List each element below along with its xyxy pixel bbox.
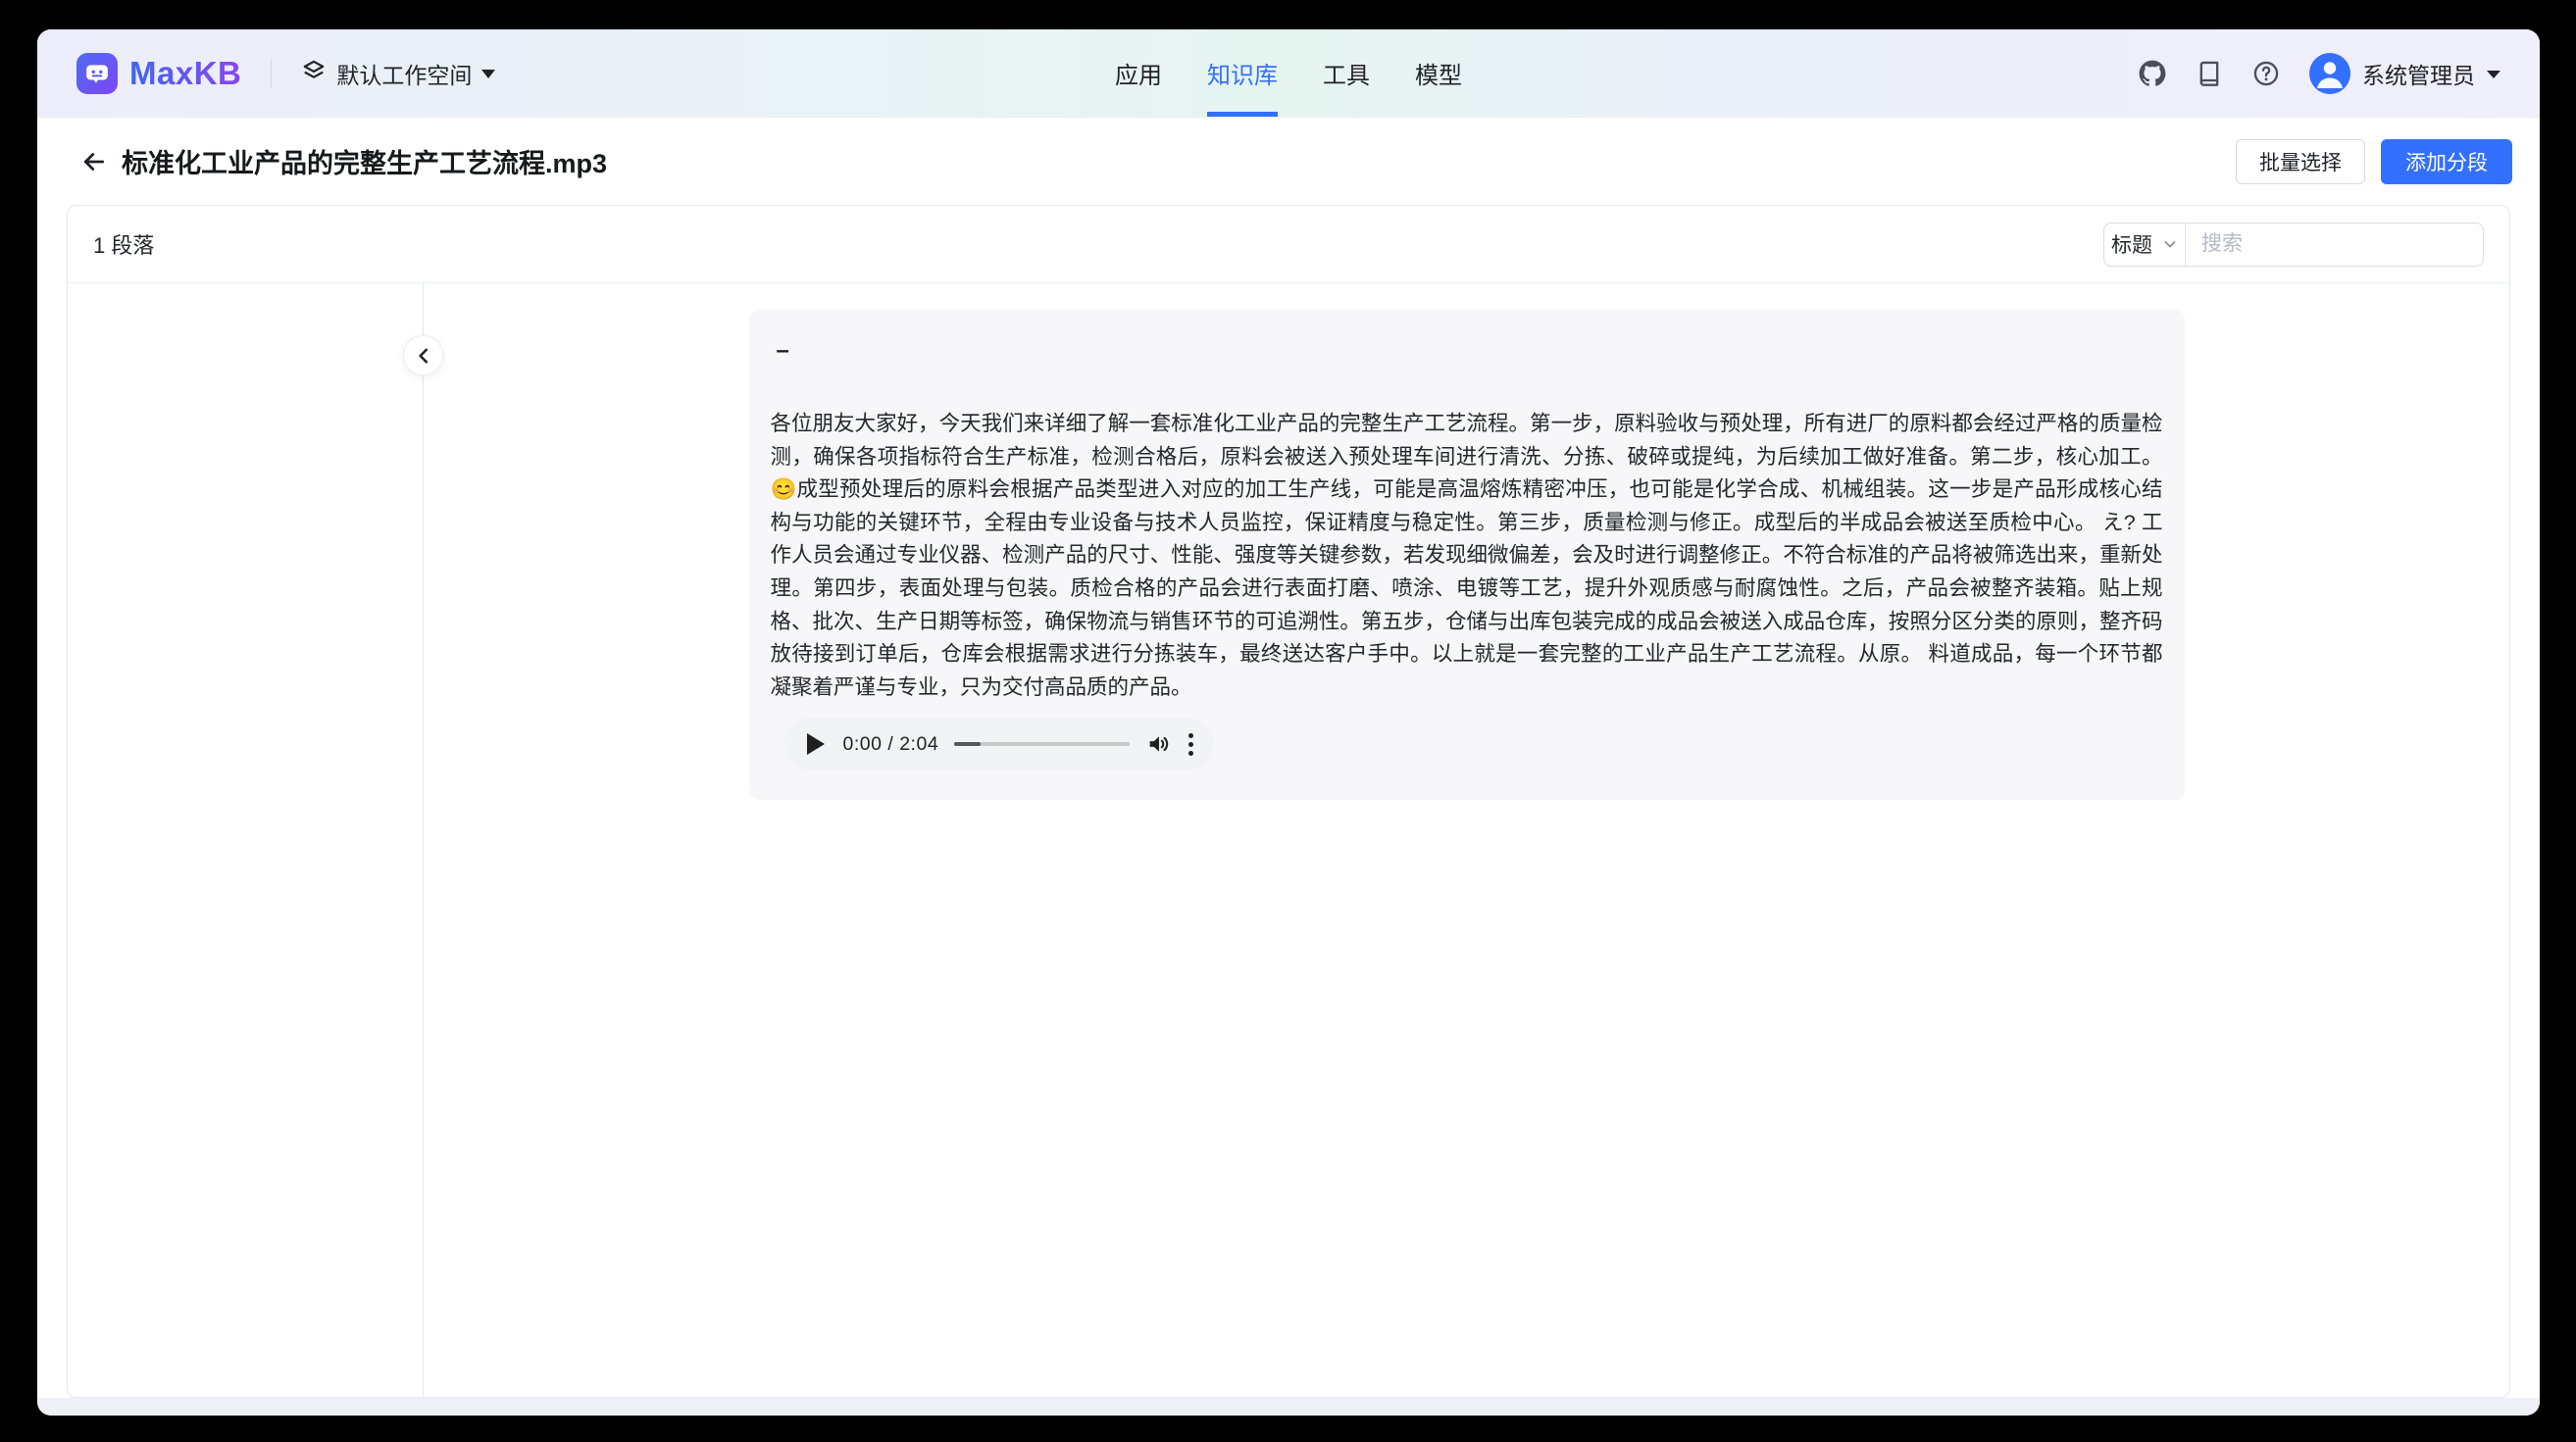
search-filter-value: 标题 — [2111, 229, 2152, 259]
help-icon[interactable] — [2252, 60, 2280, 87]
chevron-down-icon — [2487, 71, 2500, 78]
github-icon[interactable] — [2139, 60, 2166, 87]
play-button[interactable] — [804, 732, 828, 756]
brand-name: MaxKB — [129, 55, 241, 92]
chevron-left-icon — [415, 347, 432, 365]
segment-count: 1 段落 — [93, 228, 154, 260]
back-button[interactable] — [75, 142, 114, 181]
maxkb-logo[interactable]: MaxKB — [76, 53, 241, 94]
main-nav-tabs: 应用 知识库 工具 模型 — [1115, 29, 1462, 117]
user-menu[interactable]: 系统管理员 — [2309, 53, 2500, 94]
tab-knowledge-base[interactable]: 知识库 — [1207, 29, 1278, 117]
workspace-label: 默认工作空间 — [336, 57, 472, 90]
tab-models[interactable]: 模型 — [1415, 29, 1462, 117]
search-filter-select[interactable]: 标题 — [2104, 224, 2186, 266]
add-segment-button[interactable]: 添加分段 — [2381, 139, 2512, 184]
panel-body: – 各位朋友大家好，今天我们来详细了解一套标准化工业产品的完整生产工艺流程。第一… — [68, 283, 2509, 1397]
chevron-down-icon — [481, 70, 495, 78]
page-title: 标准化工业产品的完整生产工艺流程.mp3 — [122, 142, 607, 180]
nav-divider — [271, 59, 272, 88]
tab-applications[interactable]: 应用 — [1115, 29, 1162, 117]
segment-card[interactable]: – 各位朋友大家好，今天我们来详细了解一套标准化工业产品的完整生产工艺流程。第一… — [749, 310, 2185, 800]
segment-text: 各位朋友大家好，今天我们来详细了解一套标准化工业产品的完整生产工艺流程。第一步，… — [771, 408, 2163, 704]
chapter-sidebar — [68, 283, 423, 1397]
chevron-down-icon — [2162, 236, 2178, 252]
panel-toolbar: 1 段落 标题 — [68, 206, 2509, 283]
active-tab-underline — [1207, 112, 1278, 117]
search-group: 标题 — [2103, 223, 2484, 267]
audio-player[interactable]: 0:00 / 2:04 — [784, 718, 1213, 771]
volume-icon[interactable] — [1145, 730, 1173, 758]
docs-icon[interactable] — [2196, 60, 2223, 87]
audio-seek-bar[interactable] — [954, 742, 1129, 746]
sidebar-collapse-button[interactable] — [403, 335, 443, 375]
avatar — [2309, 53, 2350, 94]
audio-progress-played — [954, 742, 981, 746]
user-name: 系统管理员 — [2362, 57, 2475, 90]
batch-select-button[interactable]: 批量选择 — [2236, 139, 2365, 184]
top-navbar: MaxKB 默认工作空间 应用 知识库 — [37, 29, 2540, 118]
segments-panel: 1 段落 标题 – — [67, 205, 2510, 1398]
workspace-selector[interactable]: 默认工作空间 — [301, 57, 495, 90]
segment-title: – — [771, 337, 2163, 365]
search-input[interactable] — [2186, 224, 2483, 266]
app-window: MaxKB 默认工作空间 应用 知识库 — [37, 29, 2540, 1416]
maxkb-logo-icon — [76, 53, 118, 94]
audio-more-options-icon[interactable] — [1188, 733, 1193, 756]
segments-content: – 各位朋友大家好，今天我们来详细了解一套标准化工业产品的完整生产工艺流程。第一… — [424, 283, 2509, 1397]
audio-time: 0:00 / 2:04 — [843, 733, 939, 756]
window-bottom-strip — [37, 1398, 2540, 1416]
page-header: 标准化工业产品的完整生产工艺流程.mp3 批量选择 添加分段 — [37, 118, 2540, 205]
tab-tools[interactable]: 工具 — [1323, 29, 1370, 117]
layers-icon — [301, 58, 327, 89]
